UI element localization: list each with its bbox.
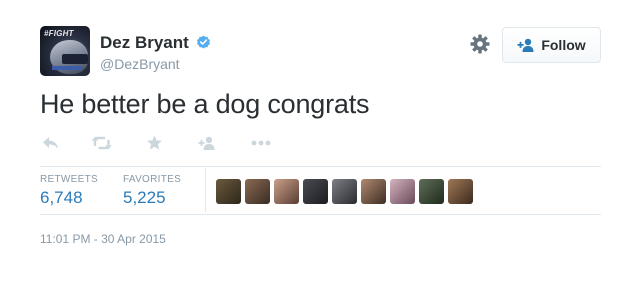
stats-top-divider (40, 166, 601, 167)
favorite-button[interactable] (146, 132, 163, 154)
retweet-button[interactable] (91, 132, 113, 154)
favoriter-avatar[interactable] (332, 179, 357, 204)
follow-button[interactable]: Follow (502, 27, 601, 63)
profile-avatar[interactable]: #FIGHT (40, 26, 90, 76)
follow-label: Follow (541, 37, 586, 53)
reply-button[interactable] (42, 132, 59, 154)
favoriter-avatar[interactable] (448, 179, 473, 204)
avatar-text: #FIGHT (44, 29, 74, 38)
favoriter-avatar[interactable] (361, 179, 386, 204)
favoriter-avatar[interactable] (390, 179, 415, 204)
favoriter-avatar[interactable] (419, 179, 444, 204)
favorites-label: FAVORITES (123, 174, 182, 185)
retweets-count: 6,748 (40, 188, 83, 207)
visor-graphic (62, 54, 88, 64)
tweet-text: He better be a dog congrats (40, 89, 370, 119)
favoriter-avatar[interactable] (274, 179, 299, 204)
favorites-stat[interactable]: FAVORITES 5,225 (123, 174, 181, 208)
stats-bottom-divider (40, 214, 601, 215)
retweets-label: RETWEETS (40, 174, 98, 185)
more-icon (251, 140, 271, 146)
user-handle[interactable]: @DezBryant (100, 56, 180, 72)
favoriter-avatar[interactable] (216, 179, 241, 204)
retweet-icon (91, 136, 112, 150)
verified-badge-icon (197, 35, 210, 49)
add-user-icon (517, 38, 534, 52)
tweet-card: #FIGHT Dez Bryant @DezBryant Follow He b… (0, 0, 640, 281)
more-button[interactable] (251, 132, 271, 154)
stats-separator (205, 168, 206, 212)
gear-icon[interactable] (470, 34, 490, 54)
stripe-graphic (52, 66, 82, 70)
favoriter-avatar[interactable] (303, 179, 328, 204)
favoriter-avatar[interactable] (245, 179, 270, 204)
tweet-timestamp[interactable]: 11:01 PM - 30 Apr 2015 (40, 232, 166, 246)
add-user-icon (198, 136, 215, 150)
retweets-stat[interactable]: RETWEETS 6,748 (40, 174, 98, 208)
user-name[interactable]: Dez Bryant (100, 33, 189, 53)
favorites-count: 5,225 (123, 188, 166, 207)
favorite-icon (147, 135, 162, 150)
add-to-list-button[interactable] (197, 132, 217, 154)
reply-icon (43, 137, 58, 149)
